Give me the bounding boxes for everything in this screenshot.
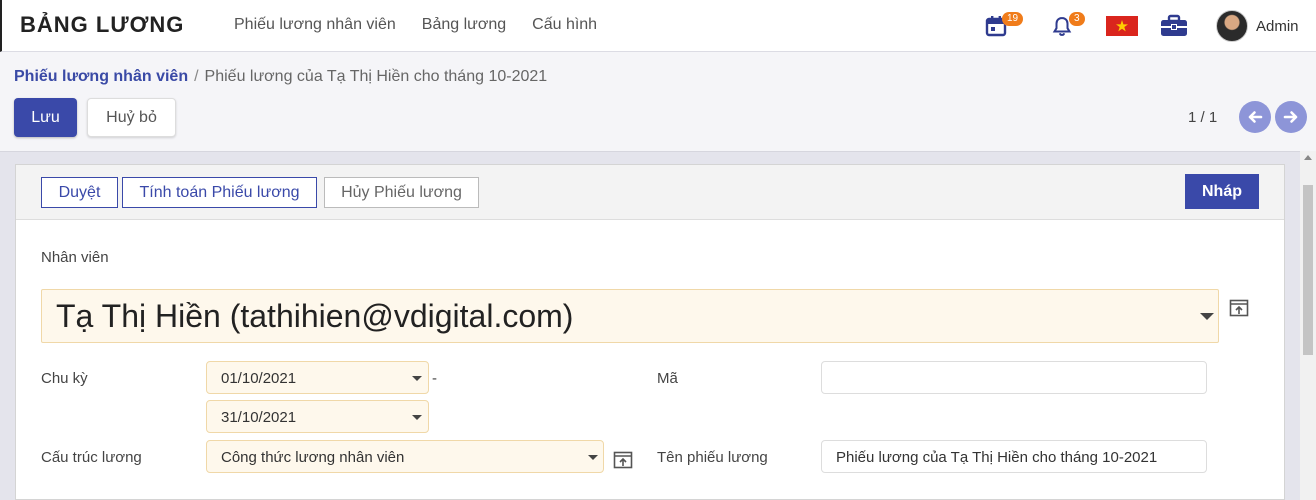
avatar — [1216, 10, 1248, 42]
date-from-field[interactable]: 01/10/2021 — [206, 361, 429, 394]
compute-payslip-button[interactable]: Tính toán Phiếu lương — [122, 177, 317, 208]
breadcrumb-current: Phiếu lương của Tạ Thị Hiền cho tháng 10… — [204, 68, 548, 85]
notifications-menu[interactable]: 3 — [1051, 0, 1085, 52]
employee-value: Tạ Thị Hiền (tathihien@vdigital.com) — [56, 298, 574, 334]
employee-field[interactable]: Tạ Thị Hiền (tathihien@vdigital.com) — [41, 289, 1219, 343]
date-to-field[interactable]: 31/10/2021 — [206, 400, 429, 433]
external-link-icon[interactable] — [613, 451, 633, 469]
briefcase-icon — [1161, 14, 1187, 36]
menu-item-config[interactable]: Cấu hình — [532, 16, 597, 34]
structure-label: Cấu trúc lương — [41, 449, 142, 466]
cancel-button[interactable]: Huỷ bỏ — [87, 98, 176, 137]
app-brand[interactable]: BẢNG LƯƠNG — [20, 12, 184, 38]
scrollbar[interactable] — [1300, 151, 1316, 500]
chevron-down-icon[interactable] — [1200, 313, 1214, 320]
status-bar: Duyệt Tính toán Phiếu lương Hủy Phiếu lư… — [16, 165, 1284, 220]
notification-badge: 3 — [1069, 12, 1085, 26]
breadcrumb-parent[interactable]: Phiếu lương nhân viên — [14, 68, 188, 85]
period-label: Chu kỳ — [41, 370, 88, 387]
scrollbar-thumb[interactable] — [1303, 185, 1313, 355]
chevron-down-icon[interactable] — [412, 415, 422, 420]
date-from-value: 01/10/2021 — [221, 370, 297, 387]
pager-next-button[interactable] — [1275, 101, 1307, 133]
period-separator: - — [432, 370, 437, 387]
code-field[interactable] — [821, 361, 1207, 394]
date-to-value: 31/10/2021 — [221, 409, 297, 426]
user-name: Admin — [1256, 17, 1299, 35]
form-sheet: Duyệt Tính toán Phiếu lương Hủy Phiếu lư… — [15, 164, 1285, 500]
user-menu[interactable]: Admin — [1216, 0, 1299, 52]
employee-label: Nhân viên — [41, 249, 109, 266]
calendar-badge: 19 — [1002, 12, 1024, 26]
code-label: Mã — [657, 370, 678, 387]
breadcrumb: Phiếu lương nhân viên / Phiếu lương của Tạ… — [14, 68, 547, 86]
arrow-left-icon — [1248, 111, 1263, 123]
arrow-right-icon — [1283, 111, 1298, 123]
structure-value: Công thức lương nhân viên — [221, 449, 405, 466]
main-menu: Phiếu lương nhân viên Bảng lương Cấu hìn… — [234, 16, 597, 34]
save-button[interactable]: Lưu — [14, 98, 77, 137]
vietnam-flag-icon — [1106, 16, 1138, 36]
cancel-payslip-button[interactable]: Hủy Phiếu lương — [324, 177, 479, 208]
language-switcher[interactable] — [1106, 0, 1138, 52]
pager-previous-button[interactable] — [1239, 101, 1271, 133]
external-link-icon[interactable] — [1229, 299, 1249, 317]
chevron-down-icon[interactable] — [588, 455, 598, 460]
top-navbar: BẢNG LƯƠNG Phiếu lương nhân viên Bảng lư… — [0, 0, 1316, 52]
status-badge[interactable]: Nháp — [1185, 174, 1259, 209]
structure-field[interactable]: Công thức lương nhân viên — [206, 440, 604, 473]
pager-value[interactable]: 1 / 1 — [1188, 109, 1217, 126]
calendar-menu[interactable]: 19 — [985, 0, 1024, 52]
apps-menu[interactable] — [1160, 0, 1188, 52]
payslip-name-field[interactable]: Phiếu lương của Tạ Thị Hiền cho tháng 10… — [821, 440, 1207, 473]
payslip-name-value: Phiếu lương của Tạ Thị Hiền cho tháng 10… — [836, 449, 1158, 466]
payslip-name-label: Tên phiếu lương — [657, 449, 768, 466]
scroll-up-icon[interactable] — [1304, 155, 1312, 160]
approve-button[interactable]: Duyệt — [41, 177, 118, 208]
breadcrumb-separator: / — [194, 68, 199, 85]
menu-item-payslips[interactable]: Phiếu lương nhân viên — [234, 16, 396, 34]
menu-item-payroll[interactable]: Bảng lương — [422, 16, 506, 34]
chevron-down-icon[interactable] — [412, 376, 422, 381]
